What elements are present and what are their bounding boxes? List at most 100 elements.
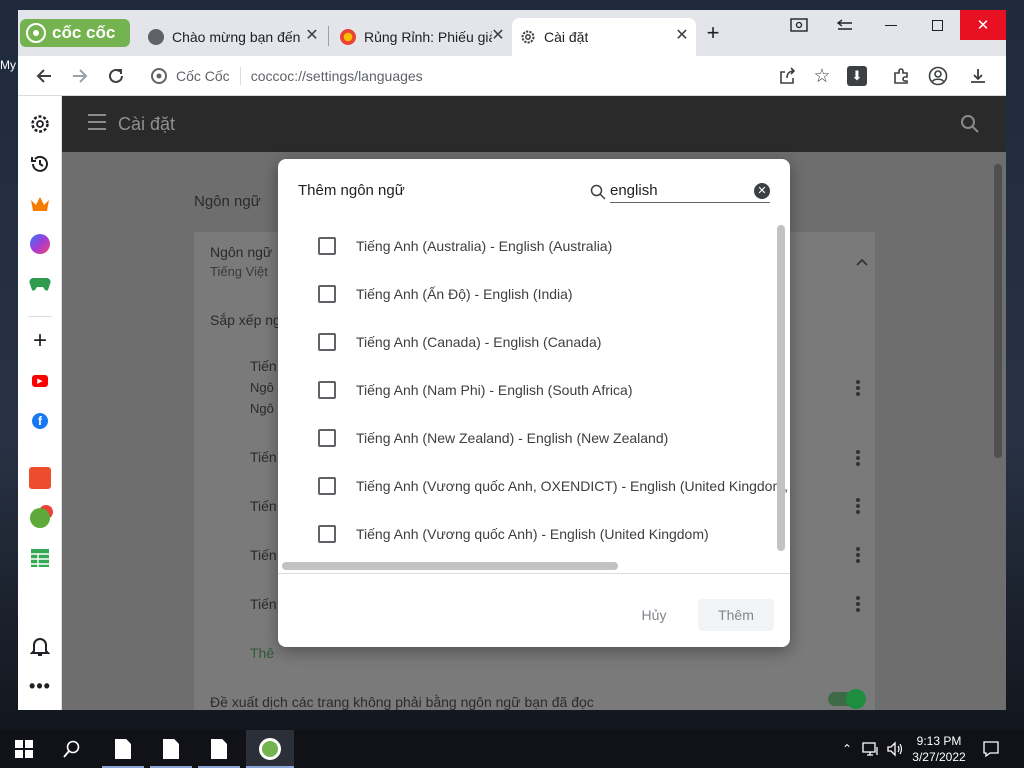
network-status[interactable] (860, 730, 882, 768)
tab-title: Rủng Rỉnh: Phiếu giả (364, 29, 492, 45)
list-horizontal-scrollbar[interactable] (282, 562, 618, 570)
back-button[interactable] (31, 63, 57, 89)
clear-search-icon[interactable]: ✕ (754, 183, 770, 199)
card-subtitle: Tiếng Việt (210, 264, 268, 279)
close-icon: ✕ (976, 17, 990, 34)
sidebar-history[interactable] (26, 150, 54, 178)
translate-offer-toggle[interactable] (828, 689, 866, 709)
speaker-icon (887, 741, 903, 757)
shopping-bag-icon (29, 467, 51, 489)
sidebar-toggle-button[interactable] (822, 10, 868, 40)
language-label: Tiếng Anh (Ấn Độ) - English (India) (356, 286, 573, 302)
more-vertical-icon[interactable] (856, 450, 860, 466)
list-item[interactable]: Tiếng Anh (New Zealand) - English (New Z… (278, 414, 790, 462)
share-button[interactable] (774, 63, 800, 89)
language-checkbox[interactable] (318, 285, 336, 303)
chevron-up-icon: ⌃ (841, 742, 853, 756)
taskbar-app-coccoc[interactable] (246, 730, 294, 768)
plus-icon: + (32, 327, 47, 354)
page-scrollbar[interactable] (994, 164, 1002, 458)
volume-status[interactable] (884, 730, 906, 768)
downloads-button[interactable] (965, 63, 991, 89)
rungrinh-icon (30, 508, 50, 528)
list-item[interactable]: Tiếng Anh (Canada) - English (Canada) (278, 318, 790, 366)
more-vertical-icon[interactable] (856, 498, 860, 514)
minimize-button[interactable] (868, 10, 914, 40)
sidebar-games[interactable] (26, 270, 54, 298)
tab-title: Chào mừng bạn đến (172, 29, 301, 45)
windows-taskbar: ⌃ 9:13 PM 3/27/2022 (0, 730, 1024, 768)
start-button[interactable] (4, 730, 44, 768)
list-item[interactable]: Tiếng Anh (Australia) - English (Austral… (278, 222, 790, 270)
notification-center-button[interactable] (978, 730, 1004, 768)
reorder-label: Sắp xếp ng (210, 312, 281, 328)
sidebar-add-app[interactable]: + (26, 327, 54, 355)
taskbar-app-document[interactable] (150, 730, 192, 768)
download-manager-button[interactable]: ⬇ (844, 63, 870, 89)
list-vertical-scrollbar[interactable] (777, 225, 785, 551)
clock-date: 3/27/2022 (912, 750, 966, 764)
add-button[interactable]: Thêm (698, 599, 774, 631)
language-checkbox[interactable] (318, 429, 336, 447)
coccoc-logo-button[interactable]: cốc cốc (20, 19, 130, 47)
tab-welcome[interactable]: Chào mừng bạn đến ✕ (138, 18, 326, 56)
add-language-link[interactable]: Thê (250, 645, 274, 661)
more-vertical-icon[interactable] (856, 380, 860, 396)
sidebar-youtube[interactable]: ▶ (26, 367, 54, 395)
language-search-input[interactable] (610, 179, 770, 203)
language-checkbox[interactable] (318, 381, 336, 399)
bookmark-button[interactable]: ☆ (809, 63, 835, 89)
chevron-up-icon[interactable] (856, 258, 868, 266)
sidebar-messenger[interactable] (26, 230, 54, 258)
maximize-button[interactable] (914, 10, 960, 40)
language-checkbox[interactable] (318, 525, 336, 543)
forward-button[interactable] (67, 63, 93, 89)
clock-time: 9:13 PM (916, 734, 962, 748)
language-checkbox[interactable] (318, 333, 336, 351)
translate-offer-label: Đề xuất dịch các trang không phải bằng n… (210, 694, 594, 710)
taskbar-app-document[interactable] (198, 730, 240, 768)
sidebar-more[interactable]: ••• (26, 672, 54, 700)
list-item[interactable]: Tiếng Anh (Ấn Độ) - English (India) (278, 270, 790, 318)
sidebar-notifications[interactable] (26, 632, 54, 660)
sidebar-settings[interactable] (26, 110, 54, 138)
gear-icon (31, 115, 49, 133)
tab-rung-rinh[interactable]: Rủng Rỉnh: Phiếu giả ✕ (330, 18, 512, 56)
language-checkbox[interactable] (318, 237, 336, 255)
sidebar-rewards[interactable] (26, 190, 54, 218)
menu-icon[interactable] (88, 114, 106, 132)
address-bar[interactable]: Cốc Cốc coccoc://settings/languages (142, 62, 782, 90)
close-tab-icon[interactable]: ✕ (674, 28, 690, 44)
list-item[interactable]: Tiếng Anh (Vương quốc Anh) - English (Un… (278, 510, 790, 558)
arrow-left-icon (36, 69, 51, 83)
close-window-button[interactable]: ✕ (960, 10, 1006, 40)
bell-icon (30, 638, 50, 656)
sidebar-facebook[interactable]: f (26, 407, 54, 435)
new-tab-button[interactable]: + (702, 22, 724, 44)
search-tabs-button[interactable] (776, 10, 822, 40)
close-tab-icon[interactable]: ✕ (490, 28, 506, 44)
cancel-button[interactable]: Hủy (624, 599, 684, 631)
more-vertical-icon[interactable] (856, 596, 860, 612)
profile-button[interactable] (925, 63, 951, 89)
more-vertical-icon[interactable] (856, 547, 860, 563)
language-checkbox[interactable] (318, 477, 336, 495)
list-item[interactable]: Tiếng Anh (Nam Phi) - English (South Afr… (278, 366, 790, 414)
close-tab-icon[interactable]: ✕ (304, 28, 320, 44)
taskbar-search-button[interactable] (52, 730, 92, 768)
tab-settings[interactable]: Cài đặt ✕ (512, 18, 696, 56)
language-label: Tiếng Anh (Australia) - English (Austral… (356, 238, 613, 254)
reload-button[interactable] (103, 63, 129, 89)
tab-bar: cốc cốc Chào mừng bạn đến ✕ Rủng Rỉnh: P… (18, 10, 1006, 56)
sidebar-rungrinh[interactable] (26, 504, 54, 532)
extensions-button[interactable] (888, 63, 914, 89)
taskbar-clock[interactable]: 9:13 PM 3/27/2022 (906, 733, 972, 765)
sidebar-shopping[interactable] (26, 464, 54, 492)
sidebar-sheets[interactable] (26, 544, 54, 572)
show-hidden-icons[interactable]: ⌃ (838, 730, 856, 768)
search-icon[interactable] (960, 114, 980, 134)
maximize-icon (931, 19, 943, 31)
list-item[interactable]: Tiếng Anh (Vương quốc Anh, OXENDICT) - E… (278, 462, 790, 510)
tab-divider (328, 26, 329, 46)
taskbar-app-document[interactable] (102, 730, 144, 768)
